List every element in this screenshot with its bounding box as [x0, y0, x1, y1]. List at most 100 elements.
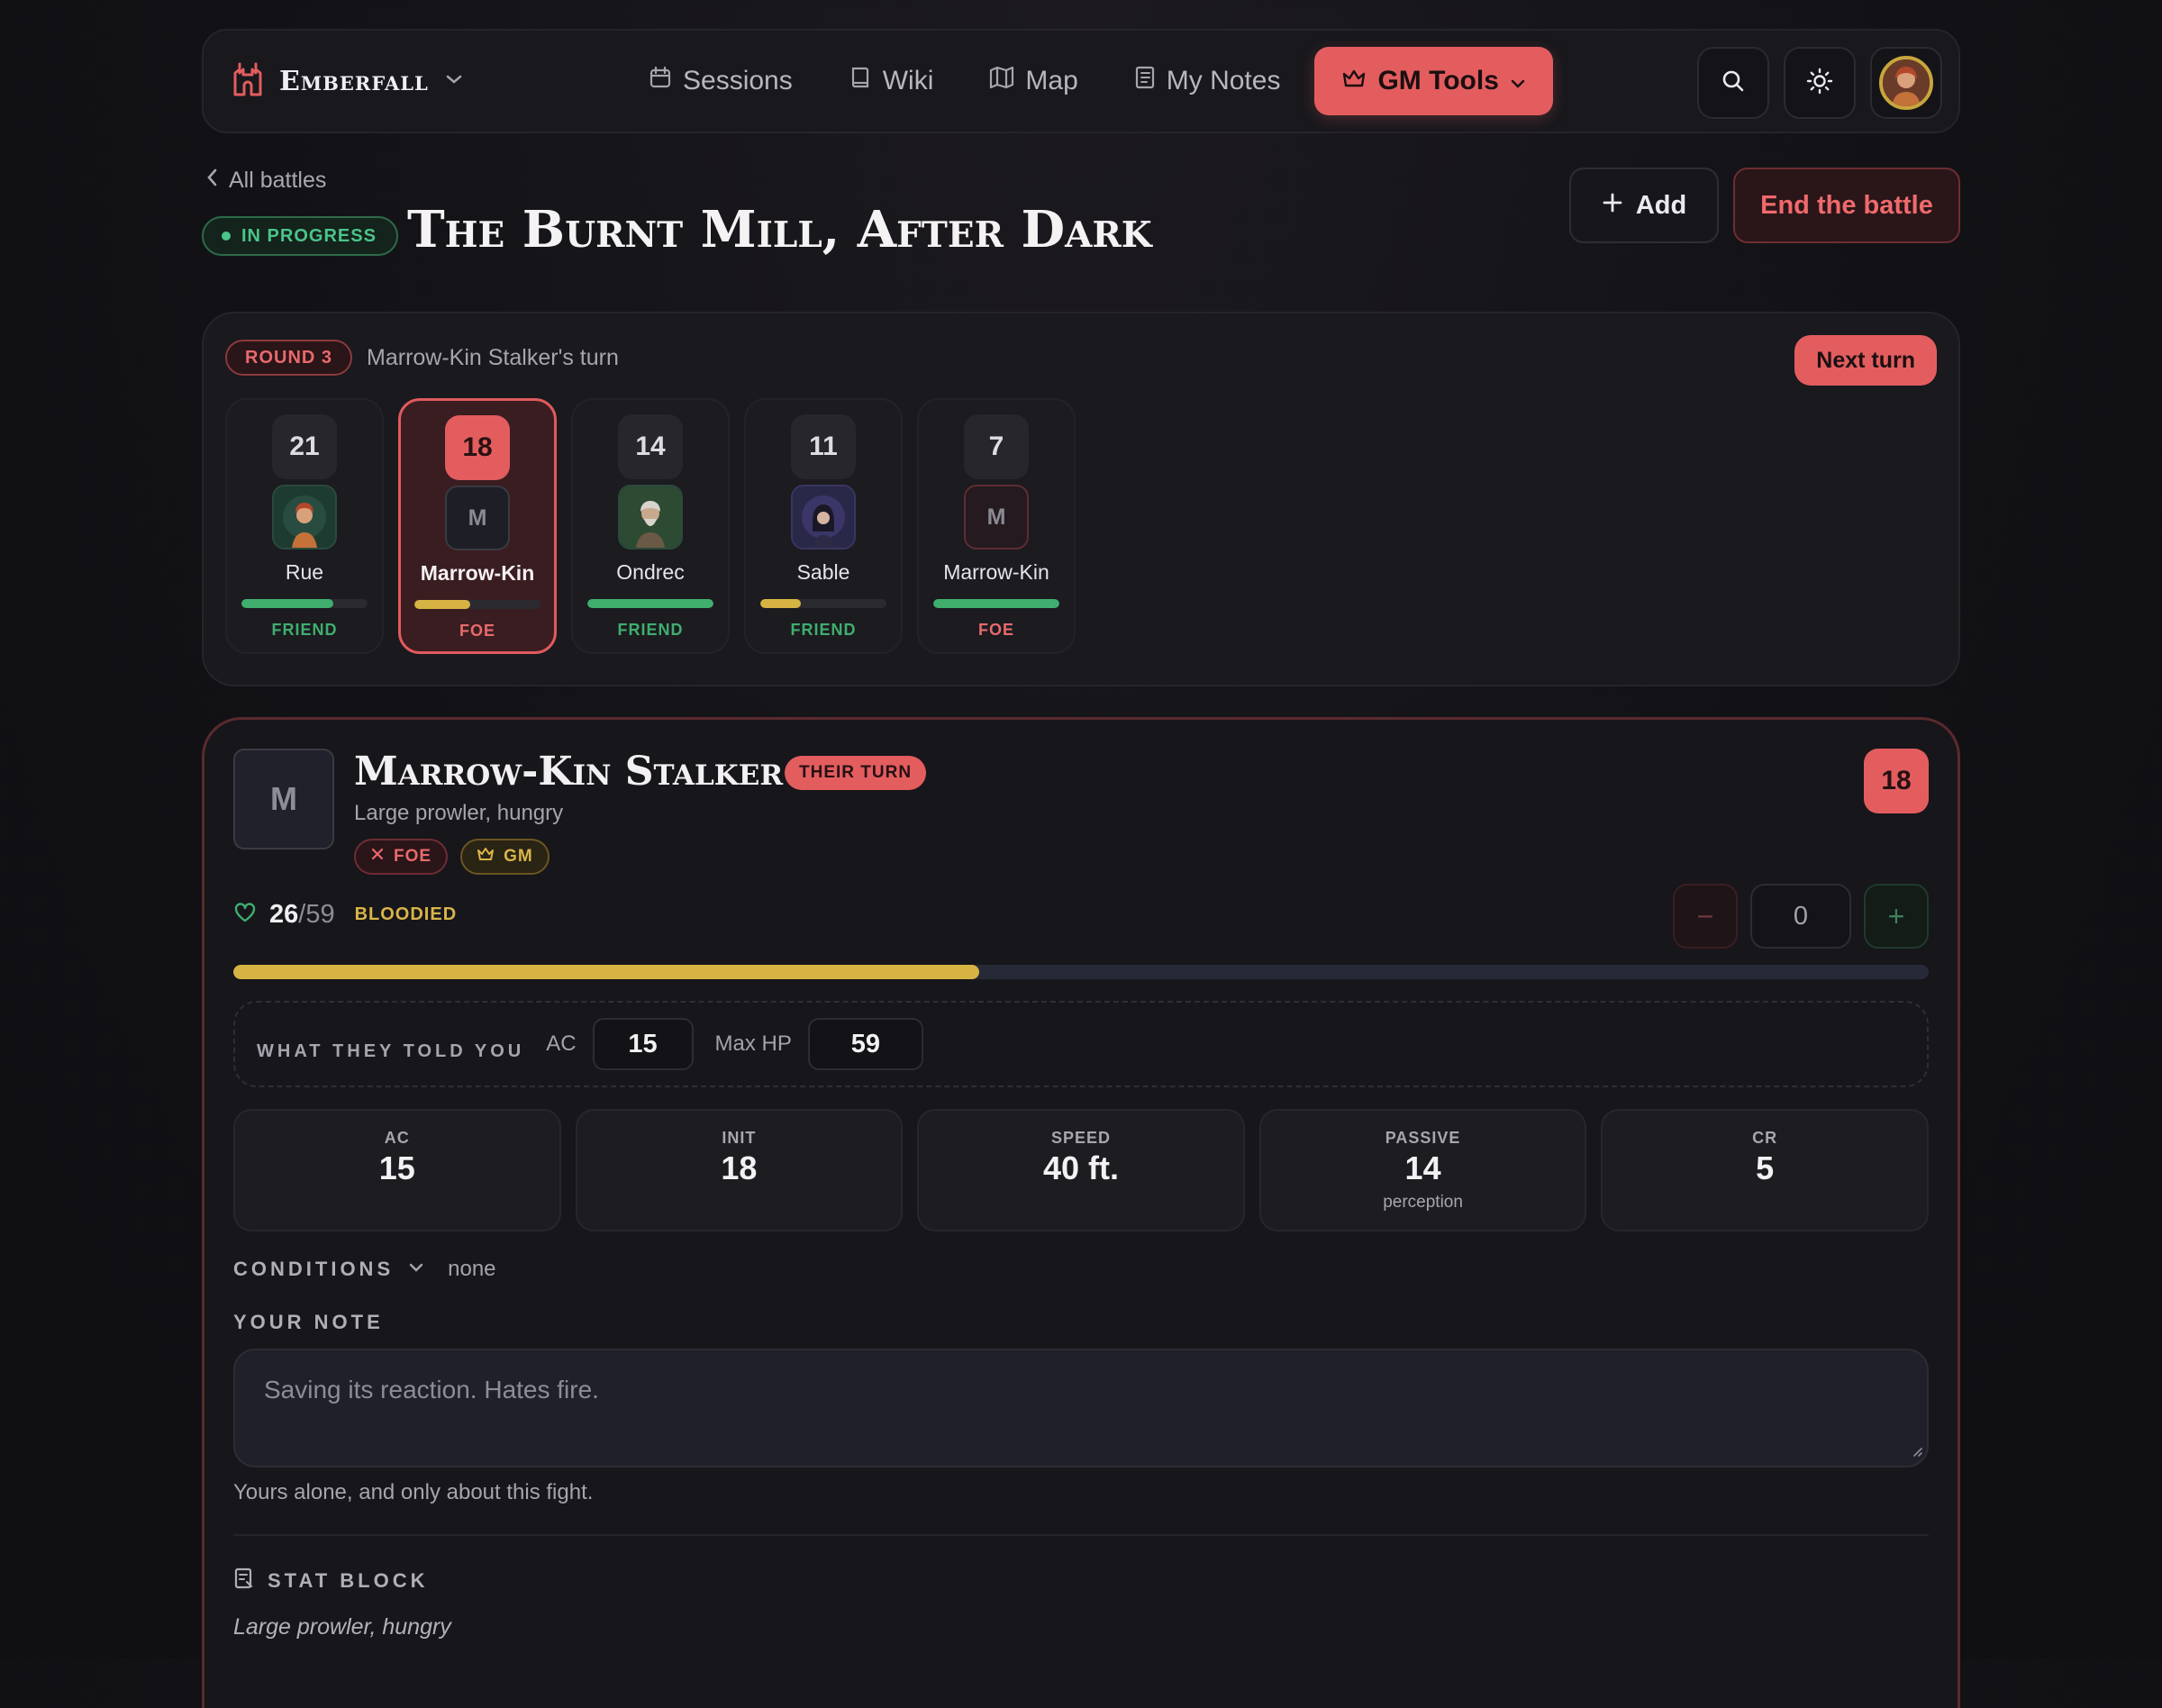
- stat-value: 15: [378, 1149, 415, 1186]
- told-maxhp-field[interactable]: 59: [807, 1018, 923, 1070]
- status-label: IN PROGRESS: [241, 225, 377, 246]
- nav-sessions-label: Sessions: [683, 66, 793, 95]
- combatant-card-marrow-kin[interactable]: 7 M Marrow-Kin FOE: [917, 398, 1076, 654]
- side-label: FOE: [977, 621, 1014, 639]
- side-label: FRIEND: [617, 621, 684, 639]
- search-icon: [1721, 68, 1746, 98]
- their-turn-badge: THEIR TURN: [785, 756, 927, 790]
- hp-state-label: BLOODIED: [354, 904, 458, 924]
- hp-bar: [587, 599, 713, 608]
- rue-portrait: [272, 485, 337, 550]
- stat-key: PASSIVE: [1385, 1129, 1461, 1147]
- stat-init: INIT 18: [575, 1109, 904, 1231]
- stat-key: SPEED: [1050, 1129, 1111, 1147]
- told-ac-field[interactable]: 15: [592, 1018, 694, 1070]
- next-turn-button[interactable]: Next turn: [1794, 335, 1937, 386]
- initiative-tracker: ROUND 3 Marrow-Kin Stalker's turn Next t…: [202, 312, 1960, 686]
- nav-map[interactable]: Map: [967, 47, 1099, 115]
- player-reported-stats: WHAT THEY TOLD YOU AC 15 Max HP 59: [233, 1001, 1929, 1087]
- crown-icon: [1341, 66, 1367, 96]
- note-textarea[interactable]: Saving its reaction. Hates fire.: [233, 1349, 1929, 1467]
- nav-my-notes[interactable]: My Notes: [1113, 47, 1303, 115]
- nav-wiki[interactable]: Wiki: [827, 47, 956, 115]
- stat-block-label: STAT BLOCK: [268, 1568, 429, 1592]
- combatant-subtitle: Large prowler, hungry: [354, 801, 564, 825]
- round-badge: ROUND 3: [225, 340, 353, 376]
- gm-tag-label: GM: [504, 847, 533, 866]
- hp-delta-input[interactable]: 0: [1750, 884, 1851, 949]
- hp-progress-bar: [233, 965, 1929, 979]
- castle-icon: [232, 62, 263, 101]
- status-badge: IN PROGRESS: [202, 216, 398, 256]
- hp-summary: 26/59 BLOODIED: [233, 900, 457, 930]
- page-title: The Burnt Mill, After Dark: [407, 200, 1152, 259]
- combatant-card-ondrec[interactable]: 14 Ondrec FRIEND: [571, 398, 730, 654]
- told-label: WHAT THEY TOLD YOU: [257, 1040, 525, 1061]
- add-combatant-button[interactable]: Add: [1569, 168, 1719, 243]
- combatant-list: 21 Rue FRIEND 18 M Marrow-Kin FOE 14 Ond…: [225, 398, 1937, 654]
- detail-header: M Marrow-Kin Stalker THEIR TURN Large pr…: [233, 749, 1929, 875]
- damage-button[interactable]: −: [1673, 884, 1738, 949]
- main-nav: Sessions Wiki Map My Notes GM Tools: [627, 47, 1553, 115]
- combatant-name: Sable: [796, 560, 850, 584]
- nav-map-label: Map: [1025, 66, 1078, 95]
- hp-bar-fill: [241, 599, 334, 608]
- stat-speed: SPEED 40 ft.: [917, 1109, 1245, 1231]
- combatant-card-marrow-kin-active[interactable]: 18 M Marrow-Kin FOE: [398, 398, 557, 654]
- hp-row: 26/59 BLOODIED − 0 +: [233, 882, 1929, 954]
- stat-sub: perception: [1383, 1193, 1463, 1212]
- map-icon: [989, 66, 1014, 96]
- theme-toggle-button[interactable]: [1784, 47, 1856, 119]
- told-maxhp-label: Max HP: [714, 1031, 792, 1056]
- foe-tag: FOE: [354, 839, 449, 875]
- search-button[interactable]: [1697, 47, 1769, 119]
- heal-button[interactable]: +: [1864, 884, 1929, 949]
- combatant-card-sable[interactable]: 11 Sable FRIEND: [744, 398, 903, 654]
- calendar-icon: [649, 66, 672, 96]
- combatant-name: Ondrec: [616, 560, 685, 584]
- hp-bar-fill: [587, 599, 713, 608]
- hp-bar-fill: [414, 600, 470, 609]
- combatant-tags: FOE GM: [354, 839, 550, 875]
- scroll-icon: [233, 1567, 255, 1594]
- add-label: Add: [1635, 190, 1687, 220]
- user-avatar-button[interactable]: [1870, 47, 1942, 119]
- stat-cards: AC 15 INIT 18 SPEED 40 ft. PASSIVE 14 pe…: [233, 1109, 1929, 1231]
- side-label: FOE: [459, 622, 495, 640]
- divider: [233, 1534, 1929, 1536]
- stat-key: INIT: [722, 1129, 757, 1147]
- side-label: FRIEND: [271, 621, 338, 639]
- conditions-toggle[interactable]: CONDITIONS none: [233, 1257, 1929, 1282]
- chevron-down-icon: [408, 1261, 424, 1277]
- campaign-switcher[interactable]: Emberfall: [232, 62, 463, 101]
- sable-portrait: [791, 485, 856, 550]
- initiative-value: 18: [445, 415, 510, 480]
- monster-portrait: M: [964, 485, 1029, 550]
- resize-handle-icon[interactable]: [1911, 1435, 1923, 1464]
- nav-actions: [1697, 47, 1942, 119]
- hp-bar-fill: [933, 599, 1059, 608]
- combatant-title: Marrow-Kin Stalker: [354, 749, 784, 795]
- hp-bar: [241, 599, 368, 608]
- hp-bar: [414, 600, 540, 609]
- chevron-down-icon: [445, 73, 463, 90]
- told-ac-label: AC: [546, 1031, 577, 1056]
- stat-value: 40 ft.: [1042, 1149, 1119, 1186]
- back-label: All battles: [229, 168, 327, 193]
- nav-gm-tools[interactable]: GM Tools: [1314, 47, 1553, 115]
- stat-ac: AC 15: [233, 1109, 561, 1231]
- stat-cr: CR 5: [1601, 1109, 1929, 1231]
- round-row: ROUND 3 Marrow-Kin Stalker's turn: [225, 335, 1937, 380]
- hp-progress-fill: [233, 965, 980, 979]
- hp-adjust: − 0 +: [1673, 884, 1929, 949]
- ondrec-portrait: [618, 485, 683, 550]
- combatant-card-rue[interactable]: 21 Rue FRIEND: [225, 398, 384, 654]
- notebook-icon: [1134, 66, 1156, 96]
- nav-sessions[interactable]: Sessions: [627, 47, 814, 115]
- heart-icon: [233, 902, 257, 928]
- app-root: Emberfall Sessions Wiki Map My Notes GM …: [202, 29, 1960, 1708]
- plus-icon: [1602, 191, 1623, 221]
- end-battle-button[interactable]: End the battle: [1733, 168, 1960, 243]
- combatant-name: Marrow-Kin: [943, 560, 1049, 584]
- back-to-battles-link[interactable]: All battles: [205, 168, 326, 194]
